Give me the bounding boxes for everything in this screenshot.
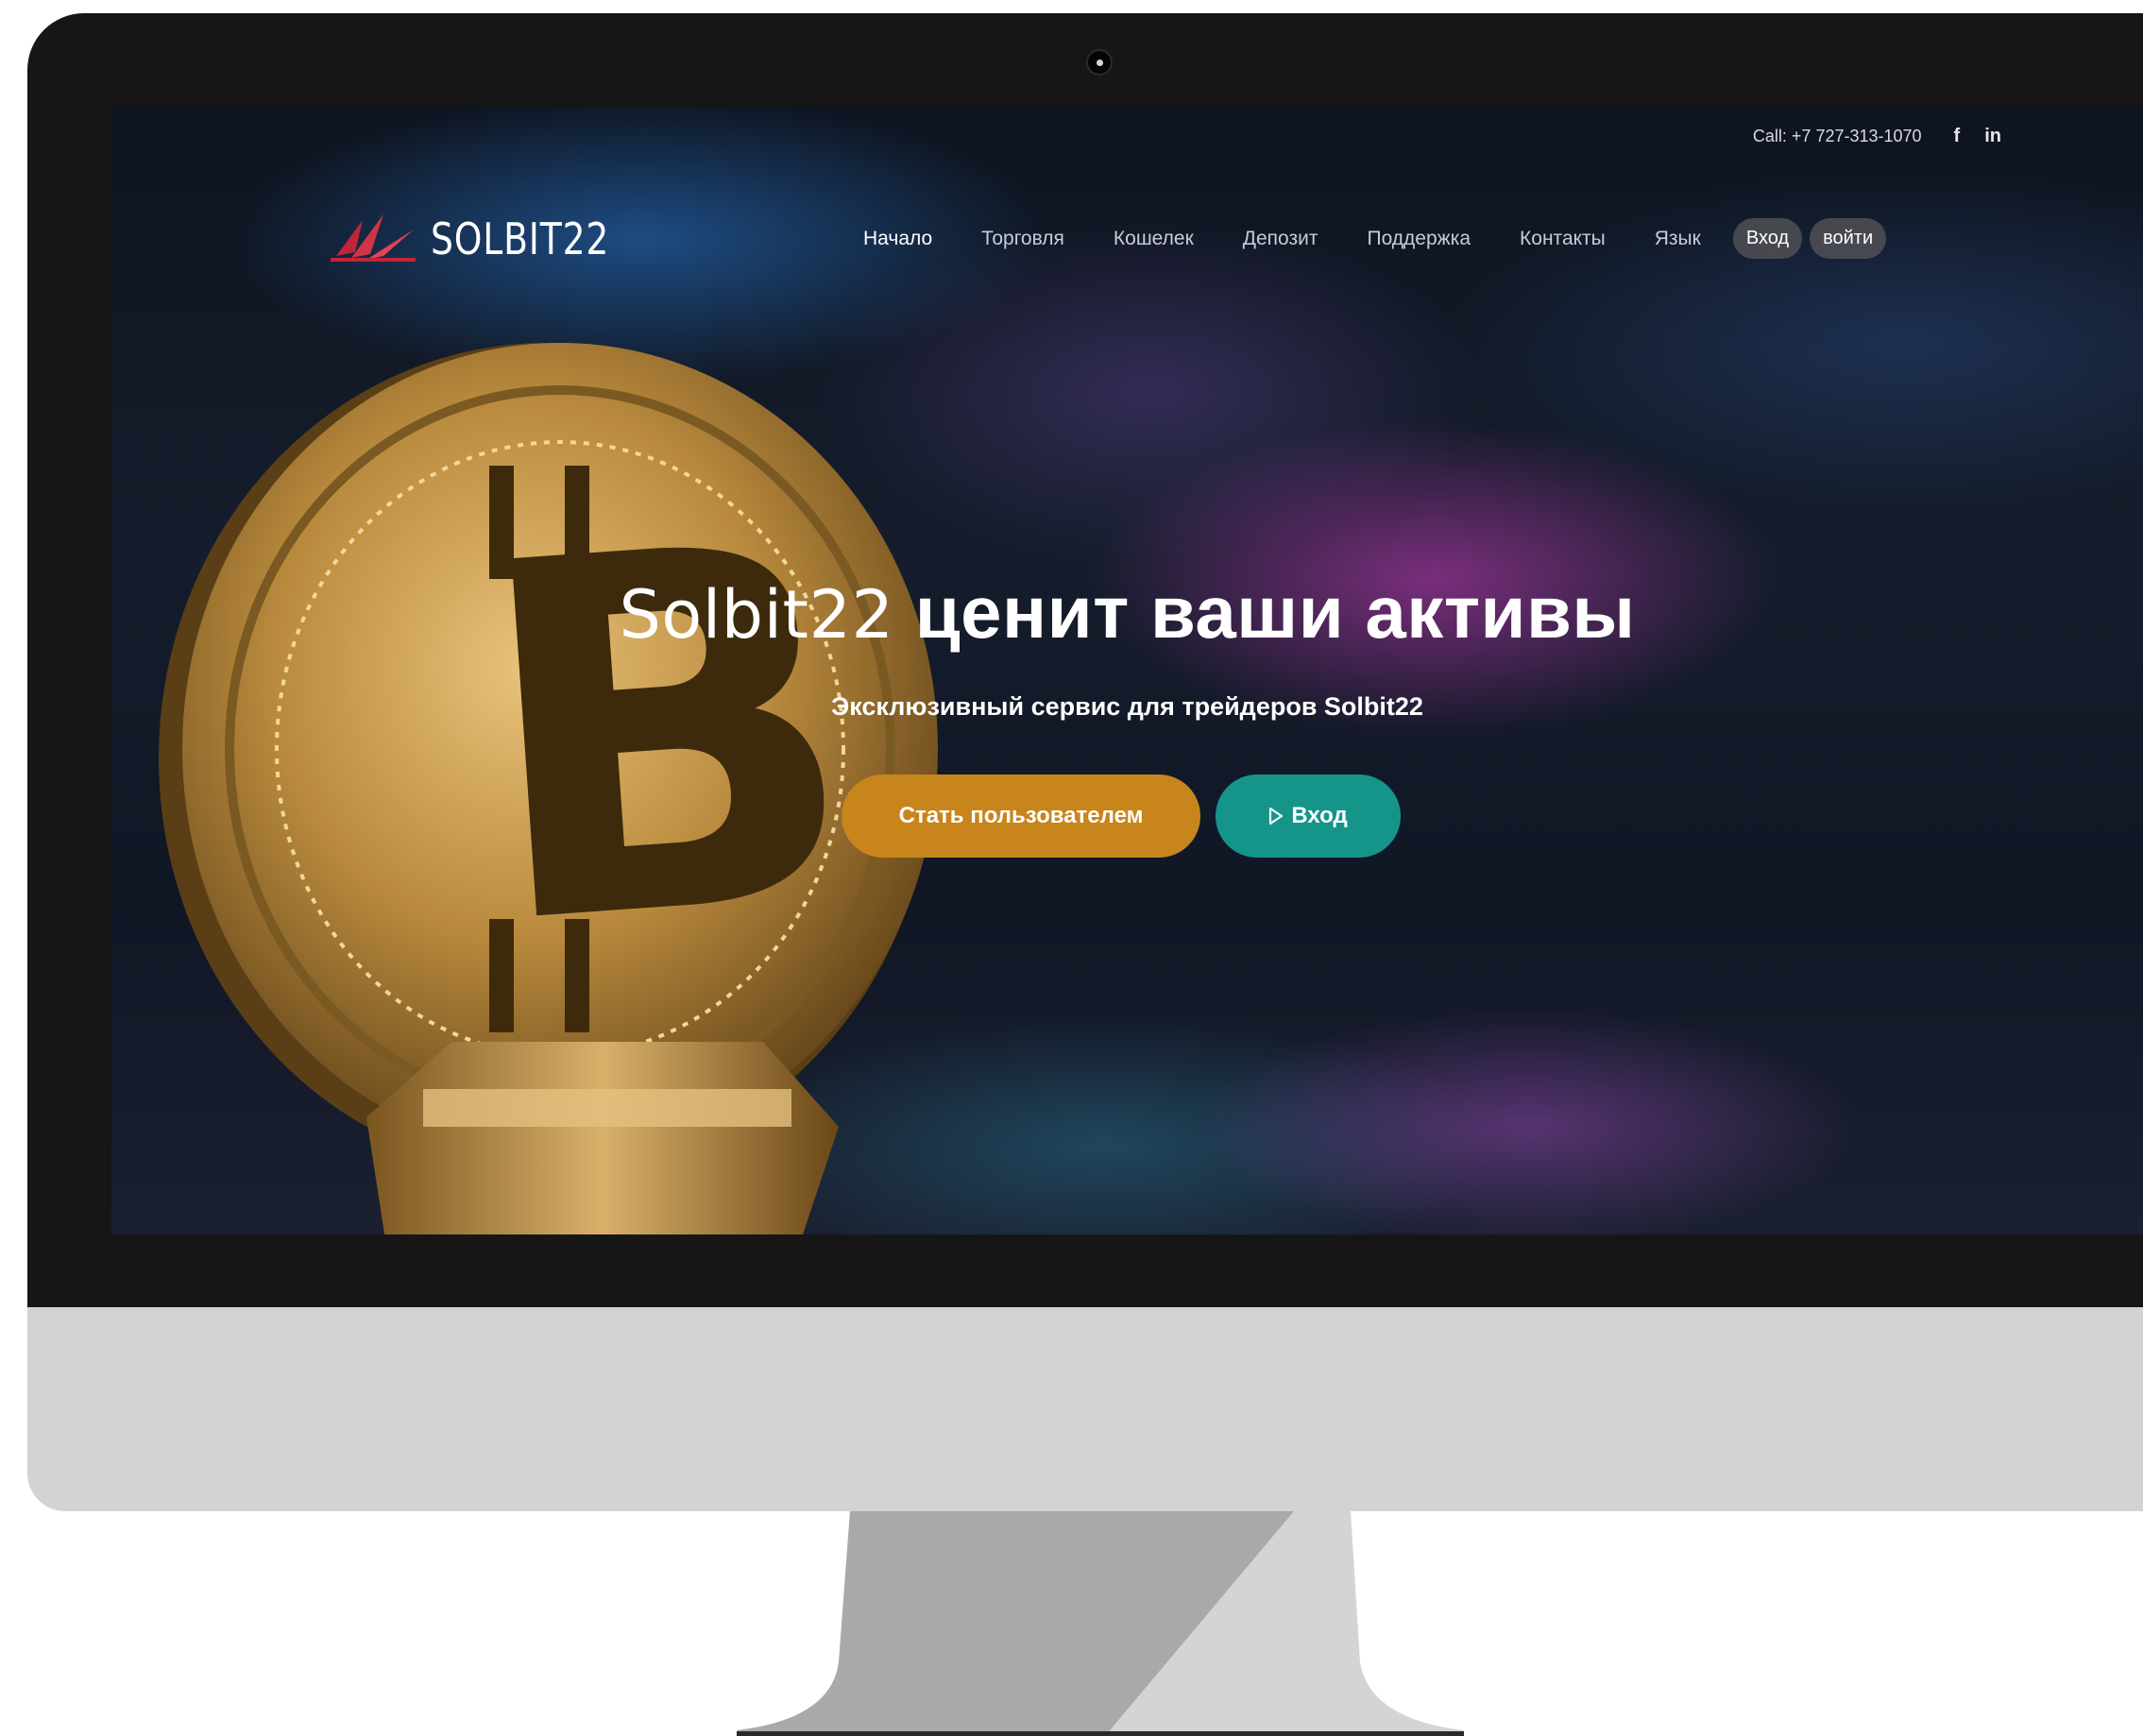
nav-item-deposit[interactable]: Депозит <box>1218 228 1343 250</box>
nav-item-trading[interactable]: Торговля <box>957 228 1089 250</box>
facebook-icon[interactable]: f <box>1954 126 1961 147</box>
play-icon <box>1269 807 1284 825</box>
hero-title: Solbit22 ценит ваши активы <box>111 570 2143 655</box>
site-logo[interactable]: SOLBIT22 <box>327 211 649 267</box>
topbar: Call: +7 727-313-1070 f in <box>1753 126 2001 147</box>
logo-text: SOLBIT22 <box>431 213 610 264</box>
nav-item-wallet[interactable]: Кошелек <box>1089 228 1218 250</box>
logo-flame-icon <box>331 214 416 262</box>
monitor-chin <box>27 1307 2143 1511</box>
become-user-label: Стать пользователем <box>898 803 1144 828</box>
signup-button[interactable]: войти <box>1810 218 1887 259</box>
svg-text:B: B <box>460 437 874 1034</box>
imac-mockup: B Call: +7 727-313-1070 f in SOLBIT22 На… <box>0 0 2143 1736</box>
camera-icon <box>1086 49 1113 76</box>
hero-title-rest: ценит ваши активы <box>914 570 1636 654</box>
hero-cta-row: Стать пользователем Вход <box>842 774 1401 858</box>
linkedin-icon[interactable]: in <box>1984 126 2001 147</box>
nav-item-contacts[interactable]: Контакты <box>1495 228 1630 250</box>
become-user-button[interactable]: Стать пользователем <box>842 774 1200 858</box>
hero-title-brand: Solbit22 <box>619 576 894 654</box>
website-screen: B Call: +7 727-313-1070 f in SOLBIT22 На… <box>111 107 2143 1234</box>
hero-subtitle: Эксклюзивный сервис для трейдеров Solbit… <box>831 692 1423 721</box>
hero-login-button[interactable]: Вход <box>1216 774 1401 858</box>
login-button[interactable]: Вход <box>1732 218 1803 259</box>
nav-item-support[interactable]: Поддержка <box>1342 228 1495 250</box>
nav-item-language[interactable]: Язык <box>1630 228 1726 250</box>
monitor-stand <box>737 1511 1464 1736</box>
social-links: f in <box>1954 126 2001 147</box>
nav-item-home[interactable]: Начало <box>839 228 957 250</box>
hero-login-label: Вход <box>1291 803 1348 828</box>
call-text: Call: +7 727-313-1070 <box>1752 127 1922 145</box>
main-nav: Начало Торговля Кошелек Депозит Поддержк… <box>839 218 1887 259</box>
